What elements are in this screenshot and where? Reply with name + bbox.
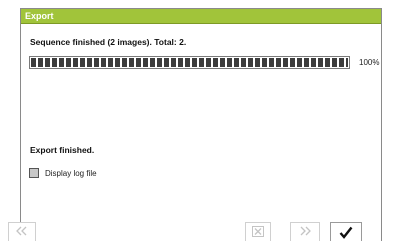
progress-percent: 100% bbox=[359, 58, 380, 67]
double-chevron-left-icon bbox=[9, 226, 35, 236]
next-button[interactable] bbox=[290, 222, 320, 241]
progress-fill bbox=[31, 58, 348, 67]
export-dialog: Export Sequence finished (2 images). Tot… bbox=[20, 8, 382, 241]
display-log-label[interactable]: Display log file bbox=[45, 169, 97, 178]
progress-bar bbox=[29, 56, 350, 69]
sequence-status-text: Sequence finished (2 images). Total: 2. bbox=[30, 37, 187, 47]
x-box-icon bbox=[246, 226, 270, 237]
checkmark-icon bbox=[331, 226, 361, 239]
cancel-button[interactable] bbox=[245, 222, 271, 241]
back-button[interactable] bbox=[8, 222, 36, 241]
ok-button[interactable] bbox=[330, 222, 362, 241]
display-log-checkbox[interactable] bbox=[29, 168, 39, 178]
double-chevron-right-icon bbox=[291, 226, 319, 236]
export-finished-text: Export finished. bbox=[30, 145, 95, 155]
dialog-title: Export bbox=[21, 9, 381, 24]
